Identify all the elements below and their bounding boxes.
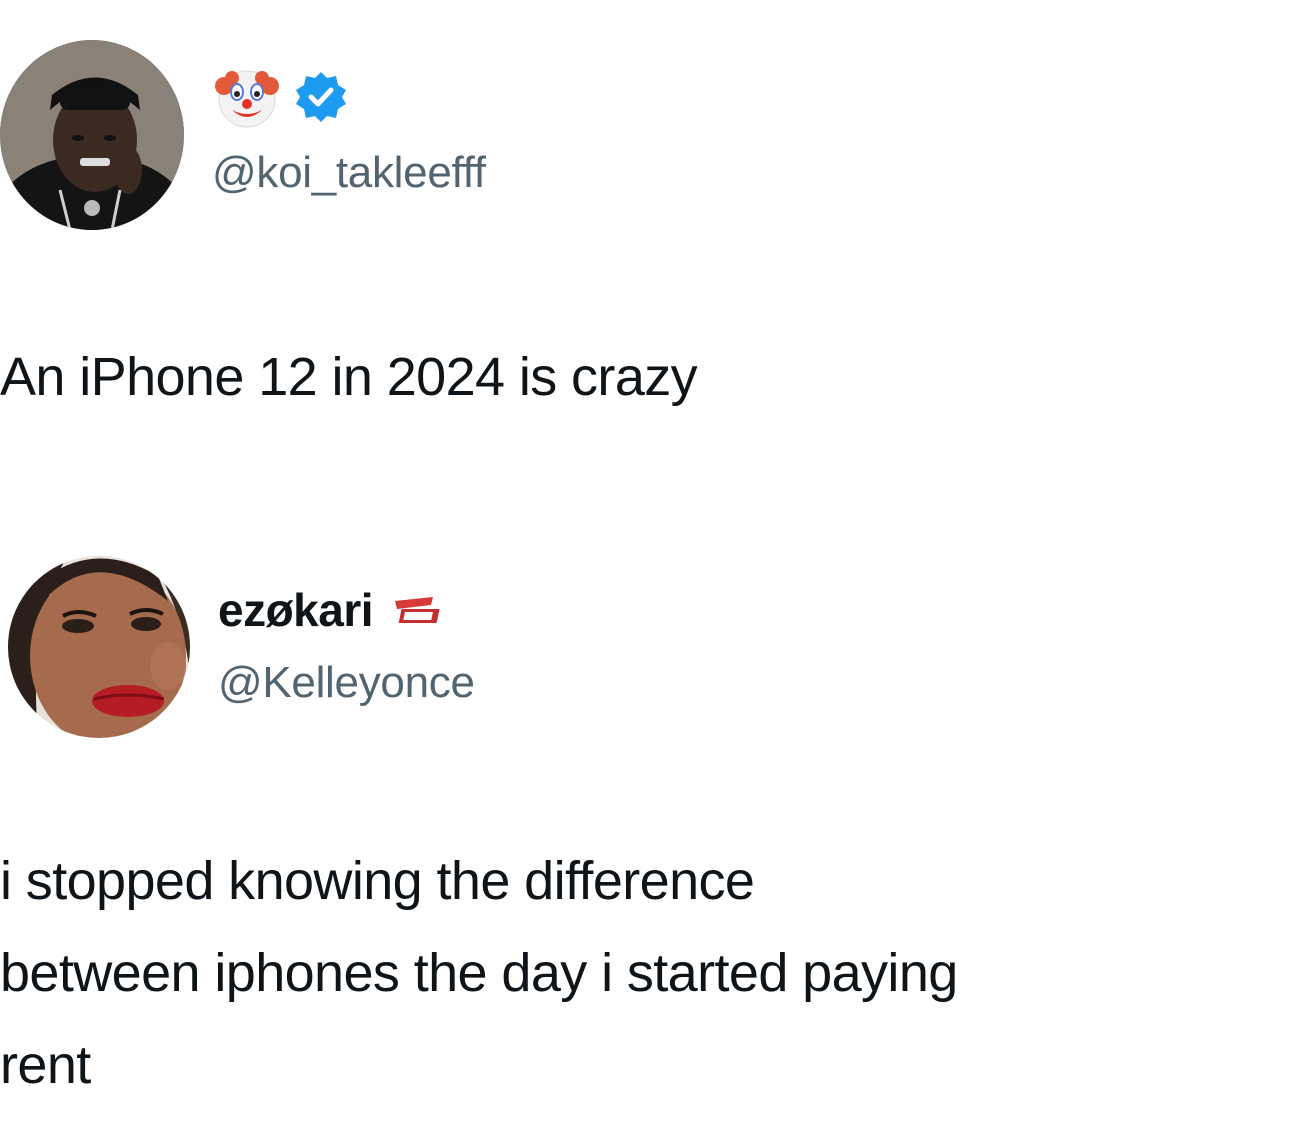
tweet-handle[interactable]: @Kelleyonce	[218, 658, 475, 708]
meme-badge-icon	[393, 593, 449, 627]
name-row: ezøkari	[218, 580, 449, 640]
tweet-2: ezøkari @Kelleyonce i stopped knowing th…	[0, 0, 1290, 1135]
display-name[interactable]: ezøkari	[218, 583, 374, 637]
tweet-text-line-3: rent	[0, 1035, 91, 1095]
tweet-text-line-2: between iphones the day i started paying	[0, 943, 958, 1003]
avatar-image	[8, 556, 190, 738]
avatar[interactable]	[8, 556, 190, 738]
tweet-text-line-1: i stopped knowing the difference	[0, 851, 755, 911]
